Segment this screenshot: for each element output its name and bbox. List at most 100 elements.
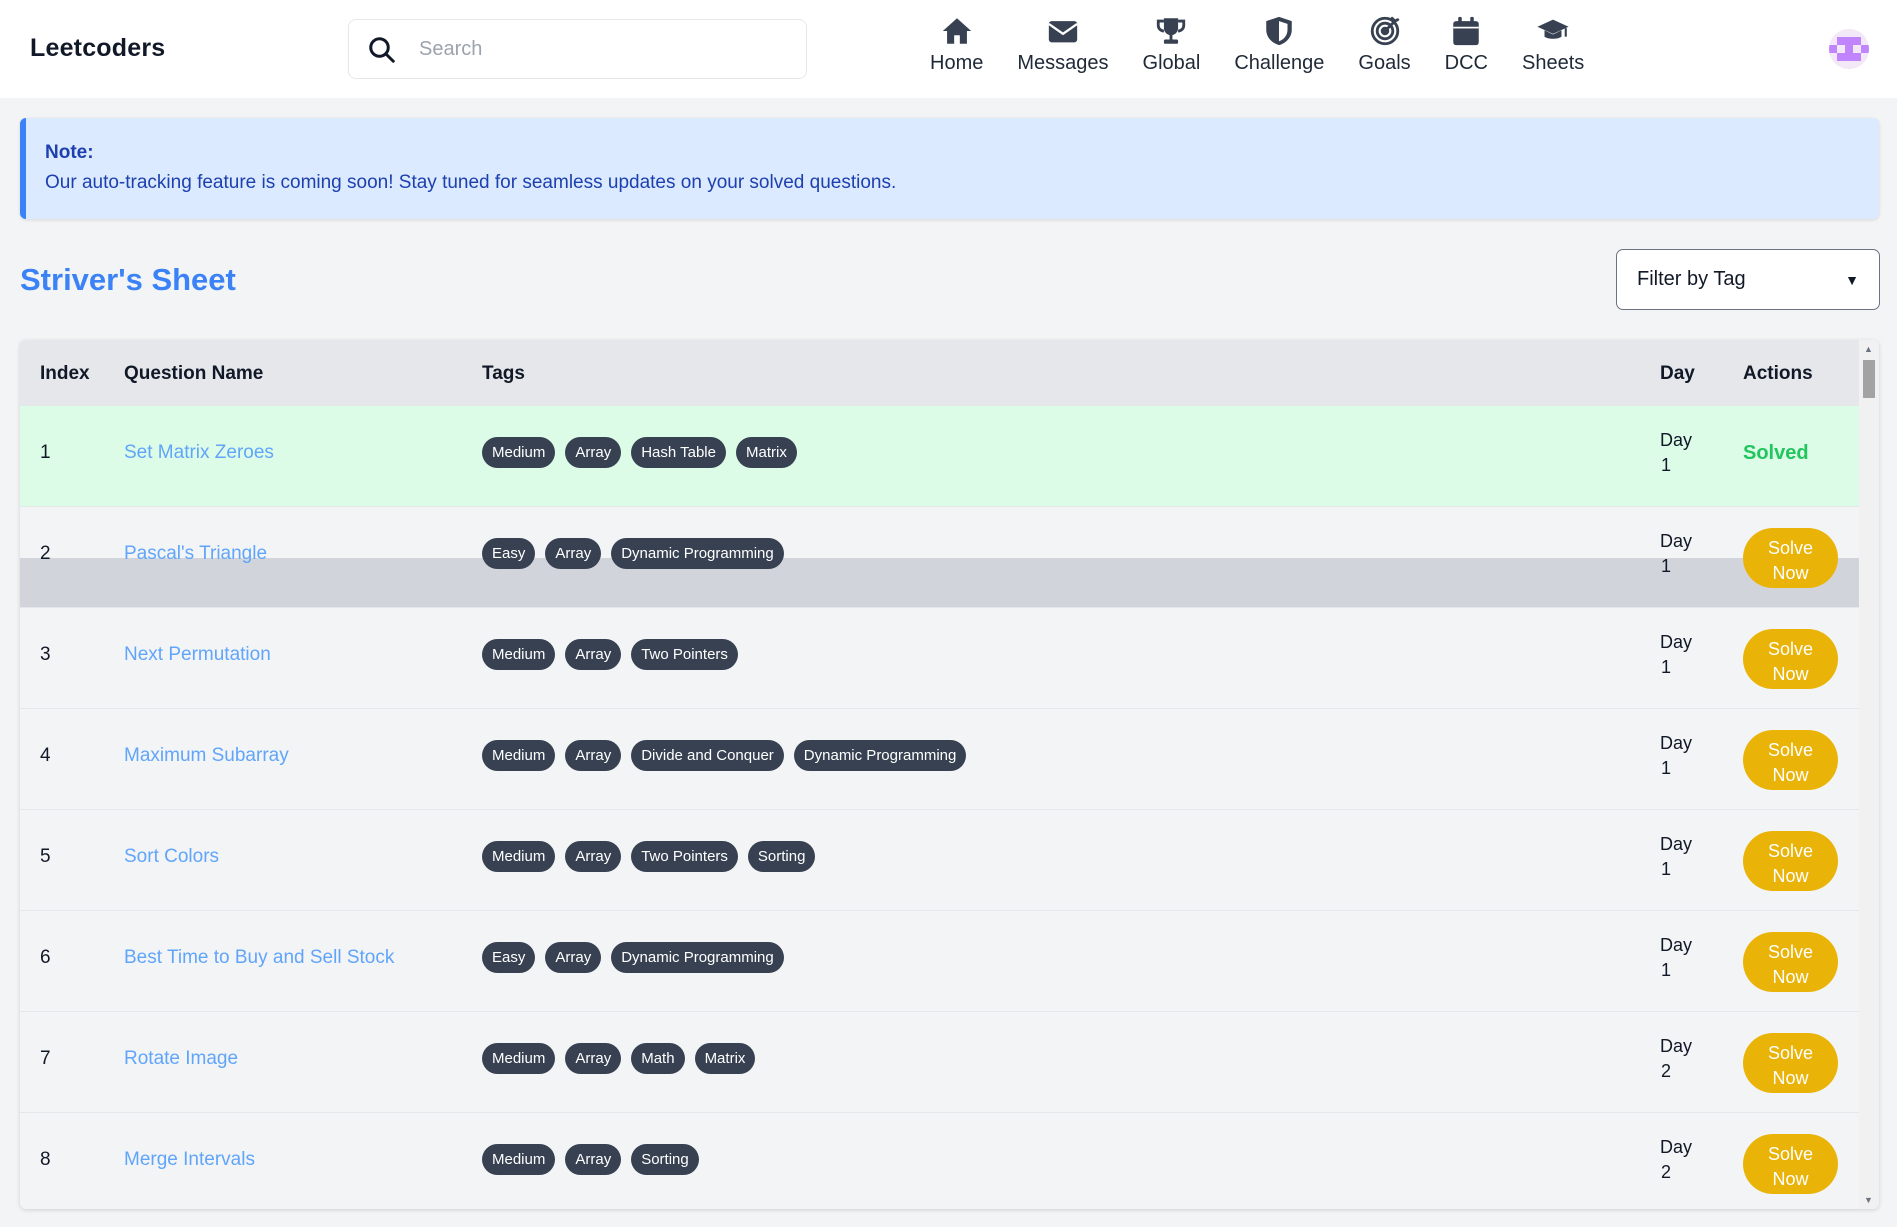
chevron-down-icon: ▼ — [1845, 271, 1859, 288]
graduation-cap-icon — [1537, 19, 1569, 39]
search-input[interactable] — [419, 30, 789, 68]
question-link[interactable]: Sort Colors — [124, 846, 219, 868]
day-label: Day — [1660, 632, 1693, 652]
solve-now-button[interactable]: Solve Now — [1743, 730, 1838, 790]
day-number: 2 — [1661, 1162, 1672, 1182]
question-link[interactable]: Best Time to Buy and Sell Stock — [124, 947, 394, 969]
table-row: 2 Pascal's Triangle Easy Array Dynamic Progr… — [20, 507, 1859, 608]
info-note: Note: Our auto-tracking feature is comin… — [20, 118, 1879, 219]
row-index: 1 — [40, 442, 51, 463]
nav-global[interactable]: Global — [1143, 14, 1200, 84]
tag-badge: Array — [565, 841, 622, 872]
row-index: 8 — [40, 1149, 51, 1170]
tag-badge: Medium — [482, 841, 556, 872]
tag-badge: Array — [565, 1144, 622, 1175]
solve-now-button[interactable]: Solve Now — [1743, 1134, 1838, 1194]
day-label: Day — [1660, 1036, 1693, 1056]
tag-badge: Medium — [482, 639, 556, 670]
day-number: 1 — [1661, 657, 1672, 677]
header-actions: Actions — [1743, 363, 1813, 384]
tag-list: Medium Array Divide and Conquer Dynamic Pro… — [482, 740, 976, 771]
table-scrollbar[interactable]: ▲ ▼ — [1859, 340, 1879, 1209]
tag-badge: Array — [565, 437, 622, 468]
solve-now-button[interactable]: Solve Now — [1743, 831, 1838, 891]
tag-badge: Sorting — [747, 841, 816, 872]
question-link[interactable]: Pascal's Triangle — [124, 543, 267, 565]
nav-label: DCC — [1444, 52, 1488, 74]
tag-list: Easy Array Dynamic Programming — [482, 942, 794, 973]
solved-status: Solved — [1743, 442, 1809, 464]
tag-list: Easy Array Dynamic Programming — [482, 538, 794, 569]
day-label: Day — [1660, 834, 1693, 854]
home-icon — [942, 18, 971, 44]
search-box — [348, 19, 807, 79]
shield-icon — [1266, 16, 1293, 46]
tag-list: Medium Array Hash Table Matrix — [482, 437, 807, 468]
tag-badge: Math — [631, 1043, 685, 1074]
table-row: 3 Next Permutation Medium Array Two Pointers… — [20, 608, 1859, 709]
day-cell: Day 1 — [1660, 529, 1692, 579]
scroll-down-icon[interactable]: ▼ — [1864, 1195, 1873, 1205]
tag-badge: Array — [565, 1043, 622, 1074]
table-row: 7 Rotate Image Medium Array Math Matrix Day 2 So… — [20, 1012, 1859, 1113]
nav-label: Sheets — [1522, 52, 1585, 74]
filter-by-tag-select[interactable]: Filter by Tag ▼ — [1616, 249, 1880, 310]
tag-badge: Two Pointers — [631, 639, 738, 670]
nav-messages[interactable]: Messages — [1017, 14, 1109, 84]
tag-badge: Dynamic Programming — [611, 942, 784, 973]
note-title: Note: — [45, 142, 94, 163]
day-label: Day — [1660, 1137, 1693, 1157]
day-cell: Day 1 — [1660, 428, 1692, 478]
nav-sheets[interactable]: Sheets — [1522, 14, 1584, 84]
day-label: Day — [1660, 935, 1693, 955]
table-row: 8 Merge Intervals Medium Array Sorting Day 2 So… — [20, 1113, 1859, 1209]
question-link[interactable]: Set Matrix Zeroes — [124, 442, 274, 464]
tag-badge: Matrix — [694, 1043, 756, 1074]
day-cell: Day 1 — [1660, 630, 1692, 680]
question-link[interactable]: Merge Intervals — [124, 1149, 255, 1171]
nav-goals[interactable]: Goals — [1358, 14, 1411, 84]
target-icon — [1370, 16, 1399, 46]
question-link[interactable]: Next Permutation — [124, 644, 271, 666]
solve-now-button[interactable]: Solve Now — [1743, 629, 1838, 689]
page-title: Striver's Sheet — [20, 262, 236, 297]
calendar-icon — [1453, 16, 1480, 46]
nav-dcc[interactable]: DCC — [1445, 14, 1488, 84]
avatar-identicon — [1829, 29, 1869, 69]
day-number: 1 — [1661, 758, 1672, 778]
day-cell: Day 2 — [1660, 1135, 1692, 1185]
row-index: 2 — [40, 543, 51, 564]
nav-challenge[interactable]: Challenge — [1234, 14, 1324, 84]
scrollbar-thumb[interactable] — [1863, 360, 1875, 398]
top-navbar: Leetcoders Home Messages Global Challeng… — [0, 0, 1897, 98]
day-label: Day — [1660, 531, 1693, 551]
question-link[interactable]: Rotate Image — [124, 1048, 238, 1070]
table-row: 1 Set Matrix Zeroes Medium Array Hash Table M… — [20, 406, 1859, 507]
solve-now-button[interactable]: Solve Now — [1743, 932, 1838, 992]
day-label: Day — [1660, 733, 1693, 753]
tag-list: Medium Array Two Pointers — [482, 639, 748, 670]
brand-logo[interactable]: Leetcoders — [30, 34, 165, 63]
tag-badge: Two Pointers — [631, 841, 738, 872]
tag-badge: Easy — [482, 942, 536, 973]
day-number: 1 — [1661, 859, 1672, 879]
questions-table: Index Question Name Tags Day Actions 1 Se… — [20, 340, 1879, 1209]
filter-selected-value: Filter by Tag — [1637, 268, 1746, 290]
user-avatar[interactable] — [1829, 29, 1869, 69]
nav-label: Messages — [1017, 52, 1109, 74]
table-row: 5 Sort Colors Medium Array Two Pointers Sorti… — [20, 810, 1859, 911]
tag-list: Medium Array Sorting — [482, 1144, 709, 1175]
day-number: 1 — [1661, 556, 1672, 576]
question-link[interactable]: Maximum Subarray — [124, 745, 289, 767]
tag-list: Medium Array Two Pointers Sorting — [482, 841, 825, 872]
scroll-up-icon[interactable]: ▲ — [1864, 344, 1873, 354]
row-index: 6 — [40, 947, 51, 968]
tag-badge: Medium — [482, 1043, 556, 1074]
day-cell: Day 1 — [1660, 731, 1692, 781]
nav-home[interactable]: Home — [930, 14, 983, 84]
solve-now-button[interactable]: Solve Now — [1743, 528, 1838, 588]
envelope-icon — [1048, 21, 1078, 43]
tag-badge: Medium — [482, 437, 556, 468]
solve-now-button[interactable]: Solve Now — [1743, 1033, 1838, 1093]
header-tags: Tags — [482, 363, 525, 384]
